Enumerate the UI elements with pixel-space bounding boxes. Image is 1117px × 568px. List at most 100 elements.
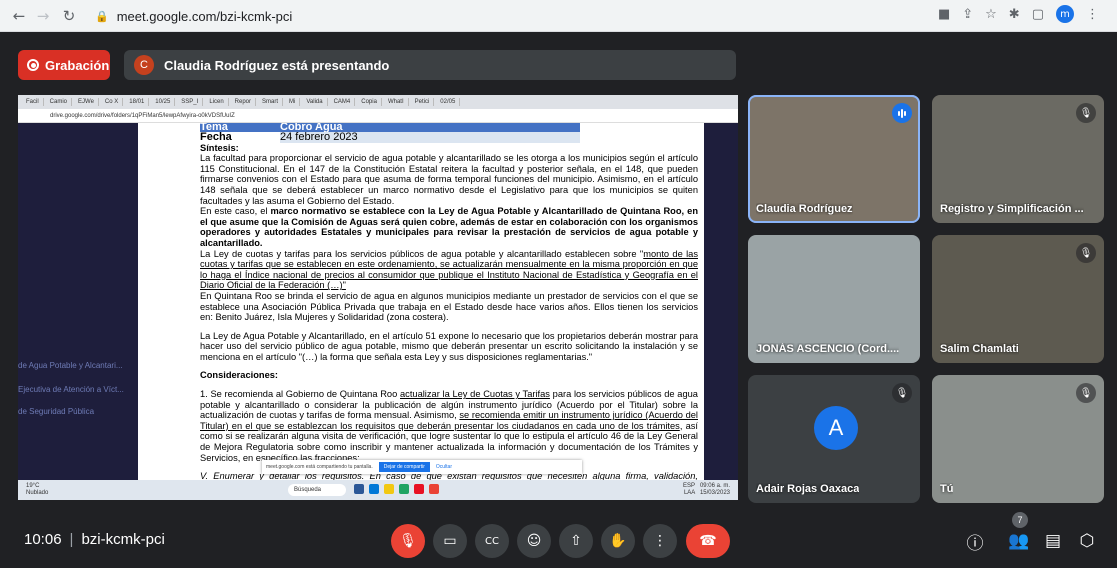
store-icon[interactable] [414, 484, 424, 494]
camera-button[interactable]: ▭ [433, 524, 467, 558]
shared-left-panel: de Agua Potable y Alcantari... Ejecutiva… [18, 123, 138, 480]
more-options-button[interactable]: ⋮ [643, 524, 677, 558]
chat-button[interactable]: ▤ [1040, 528, 1066, 554]
doc-paragraph: La facultad para proporcionar el servici… [200, 153, 698, 206]
participant-tile[interactable]: 🎙 Registro y Simplificación ... [932, 95, 1104, 223]
share-icon[interactable]: ⇪ [962, 7, 973, 22]
shared-browser-tab: Camio [46, 98, 73, 106]
participant-tile[interactable]: 🎙 Tú [932, 375, 1104, 503]
shared-url-text: drive.google.com/drive/folders/1qPFiMan5… [50, 112, 235, 119]
forward-icon[interactable]: → [30, 3, 56, 29]
participant-avatar: A [814, 406, 858, 450]
mic-off-icon: 🎙 [1076, 383, 1096, 403]
shared-left-item: Ejecutiva de Atención a Víct... [18, 385, 124, 394]
info-icon: ⓘ [966, 533, 984, 554]
mic-off-icon: 🎙 [892, 383, 912, 403]
shared-browser-tab: Co X [101, 98, 124, 106]
participant-tile[interactable]: Claudia Rodríguez [748, 95, 920, 223]
mic-off-icon: 🎙 [399, 533, 417, 549]
presenting-text: Claudia Rodríguez está presentando [164, 57, 390, 73]
end-call-icon: ☎ [699, 533, 717, 549]
extensions-icon[interactable]: ✱ [1009, 7, 1020, 22]
browser-toolbar: ← → ↻ 🔒 meet.google.com/bzi-kcmk-pci ■ ⇪… [0, 0, 1117, 32]
raise-hand-icon: ✋ [609, 533, 627, 549]
mic-off-button[interactable]: 🎙 [391, 524, 425, 558]
participant-name: Registro y Simplificación ... [940, 203, 1084, 215]
shared-screen: Facil Camio EJWe Co X 18/01 10/25 SSP_I Licen Re… [18, 95, 738, 500]
shared-right-panel [704, 123, 738, 480]
people-button[interactable]: 👥 [1006, 528, 1032, 554]
participant-name: Tú [940, 483, 954, 495]
screen-share-notice: meet.google.com está compartiendo tu pan… [262, 460, 582, 474]
address-bar[interactable]: 🔒 meet.google.com/bzi-kcmk-pci [95, 5, 292, 27]
taskbar-apps [354, 484, 439, 494]
doc-fecha-value: 24 febrero 2023 [280, 132, 580, 143]
end-call-button[interactable]: ☎ [686, 524, 730, 558]
shared-browser-tab: Petici [411, 98, 435, 106]
presenter-avatar: C [134, 55, 154, 75]
captions-button[interactable]: CC [475, 524, 509, 558]
shared-browser-tab: Smart [258, 98, 284, 106]
people-icon: 👥 [1008, 531, 1030, 551]
meeting-controls-bar: 10:06 | bzi-kcmk-pci 🎙 ▭ CC ☺ ⇧ ✋ ⋮ ☎ ⓘ 7 … [0, 508, 1117, 568]
participant-count-badge: 7 [1012, 512, 1028, 528]
reload-icon[interactable]: ↻ [56, 3, 82, 29]
system-tray[interactable]: ESP 09:06 a. m. LAA 15/03/2023 [683, 483, 730, 497]
recording-label: Grabación [45, 57, 110, 73]
shared-browser-tab: Valida [302, 98, 328, 106]
activities-button[interactable]: ⬡ [1074, 528, 1100, 554]
doc-paragraph: La Ley de Agua Potable y Alcantarillado,… [200, 330, 698, 362]
participant-tile[interactable]: JONÁS ASCENCIO (Cord.... [748, 235, 920, 363]
raise-hand-button[interactable]: ✋ [601, 524, 635, 558]
chrome-icon[interactable] [399, 484, 409, 494]
taskview-icon[interactable] [354, 484, 364, 494]
chat-icon: ▤ [1044, 531, 1062, 551]
emoji-button[interactable]: ☺ [517, 524, 551, 558]
hide-notice-button[interactable]: Ocultar [436, 464, 452, 470]
meeting-code: bzi-kcmk-pci [81, 531, 165, 548]
profile-avatar[interactable]: m [1056, 5, 1074, 23]
browser-actions: ■ ⇪ ☆ ✱ ▢ m ⋮ [938, 5, 1099, 23]
more-vert-icon: ⋮ [653, 533, 667, 549]
present-icon: ⇧ [570, 533, 582, 549]
mic-off-icon: 🎙 [1076, 103, 1096, 123]
shared-browser-tab: Repor [231, 98, 256, 106]
sidebar-icon[interactable]: ▢ [1032, 7, 1044, 22]
shared-browser-tab: 02/05 [436, 98, 461, 106]
doc-paragraph: La Ley de cuotas y tarifas para los serv… [200, 248, 698, 291]
bookmark-star-icon[interactable]: ☆ [985, 7, 997, 22]
edge-icon[interactable] [369, 484, 379, 494]
shared-browser-tab: WhatI [384, 98, 409, 106]
chrome-app-icon[interactable] [429, 484, 439, 494]
recording-badge[interactable]: Grabación [18, 50, 110, 80]
back-icon[interactable]: ← [6, 3, 32, 29]
meeting-details-button[interactable]: ⓘ [962, 528, 988, 554]
doc-paragraph: En Quintana Roo se brinda el servicio de… [200, 290, 698, 323]
browser-menu-icon[interactable]: ⋮ [1086, 7, 1099, 22]
doc-sintesis-label: Síntesis: [200, 142, 239, 153]
mic-off-icon: 🎙 [1076, 243, 1096, 263]
stop-sharing-button[interactable]: Dejar de compartir [378, 462, 430, 472]
participant-tile[interactable]: 🎙 A Adair Rojas Oaxaca [748, 375, 920, 503]
taskbar-search-label: Búsqueda [294, 487, 322, 493]
participant-name: Adair Rojas Oaxaca [756, 483, 860, 495]
participant-tile[interactable]: 🎙 Salim Chamlati [932, 235, 1104, 363]
camera-icon: ▭ [443, 533, 457, 549]
activities-icon: ⬡ [1079, 531, 1095, 551]
shared-browser-tab: 18/01 [125, 98, 150, 106]
shared-url-bar: drive.google.com/drive/folders/1qPFiMan5… [18, 109, 738, 123]
speaking-indicator-icon [892, 103, 912, 123]
shared-browser-tab: Licen [205, 98, 229, 106]
participant-name: JONÁS ASCENCIO (Cord.... [756, 343, 900, 355]
recording-icon [27, 59, 39, 71]
weather-widget[interactable]: 19°C Nublado [26, 483, 48, 497]
present-button[interactable]: ⇧ [559, 524, 593, 558]
weather-temp: 19°C [26, 483, 40, 489]
share-notice-text: meet.google.com está compartiendo tu pan… [266, 464, 373, 470]
camera-indicator-icon[interactable]: ■ [938, 7, 950, 22]
explorer-icon[interactable] [384, 484, 394, 494]
participant-name: Claudia Rodríguez [756, 203, 853, 215]
lock-icon: 🔒 [95, 9, 109, 23]
taskbar-search[interactable]: Búsqueda [288, 484, 346, 496]
doc-paragraph: En este caso, el marco normativo se esta… [200, 206, 698, 248]
